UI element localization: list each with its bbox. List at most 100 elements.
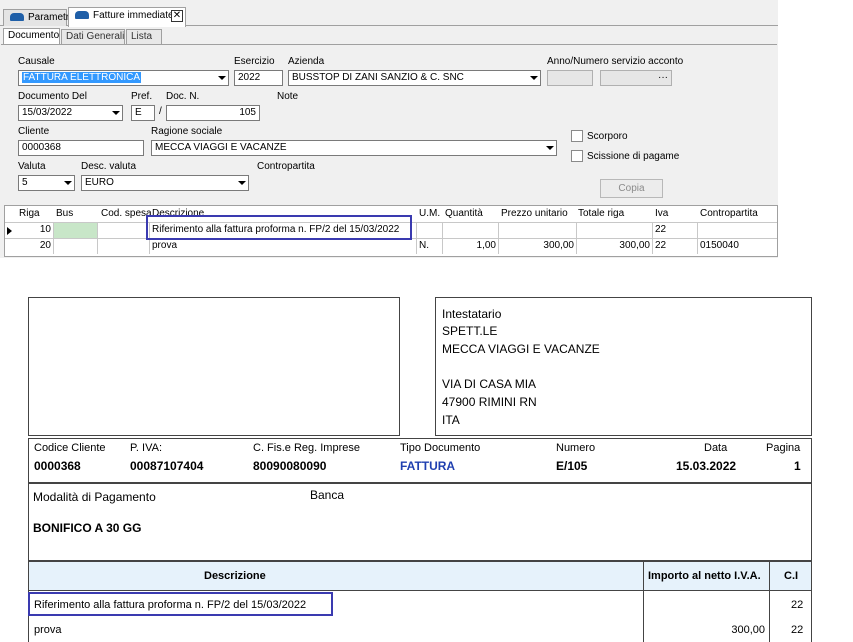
modalita-pagamento-label: Modalità di Pagamento [33,490,156,504]
desc-valuta-select[interactable]: EURO [81,175,249,191]
cell-prezzo[interactable]: 300,00 [499,239,577,254]
cell-um[interactable] [417,223,443,238]
column-divider [769,591,770,642]
cell-cod-spesa[interactable] [98,239,150,254]
valuta-select[interactable]: 5 [18,175,75,191]
tab-dati-generali[interactable]: Dati Generali [61,29,125,44]
document-header-box: Codice Cliente 0000368 P. IVA: 000871074… [28,438,812,483]
tab-fatture-immediate[interactable]: Fatture immediate ✕ [68,7,186,27]
numero-servizio-field[interactable]: ··· [600,70,672,86]
col-ci: C.I [784,570,799,582]
grid-header-iva: Iva [655,208,669,219]
ragione-sociale-value: MECCA VIAGGI E VACANZE [155,142,287,153]
slash-separator: / [159,106,162,117]
cell-contropartita[interactable]: 0150040 [698,239,777,254]
codice-cliente-value: 0000368 [34,459,81,473]
pref-label: Pref. [131,91,153,102]
documento-del-label: Documento Del [18,91,87,102]
cell-quantita[interactable] [443,223,499,238]
column-divider [643,591,644,642]
valuta-label: Valuta [18,161,46,172]
chevron-down-icon [546,146,554,150]
close-icon[interactable]: ✕ [171,10,183,22]
desc-valuta-value: EURO [85,177,114,188]
chevron-down-icon [64,181,72,185]
valuta-value: 5 [22,177,28,188]
desc-valuta-label: Desc. valuta [81,161,137,172]
tab-parametri[interactable]: Parametri [3,9,71,26]
logo-box [28,297,400,436]
pagina-value: 1 [794,459,801,473]
banca-label: Banca [310,488,345,502]
highlight-box [28,592,333,616]
cell-contropartita[interactable] [698,223,777,238]
pref-field[interactable]: E [131,105,155,121]
col-importo: Importo al netto I.V.A. [648,570,761,582]
invoice-app-window: Parametri Fatture immediate ✕ Documento … [0,0,778,258]
pagina-label: Pagina [766,442,801,454]
modalita-pagamento-value: BONIFICO A 30 GG [33,521,142,535]
scorporo-label: Scorporo [587,131,628,142]
item-descrizione: prova [34,624,62,636]
chevron-down-icon [238,181,246,185]
grid-header-cod-spesa: Cod. spesa [101,208,152,219]
column-divider [769,562,770,590]
cell-totale[interactable]: 300,00 [577,239,653,254]
anno-numero-label: Anno/Numero servizio acconto [547,56,684,67]
causale-label: Causale [18,56,55,67]
tab-lista[interactable]: Lista [126,29,162,44]
cell-iva[interactable]: 22 [653,223,698,238]
codice-cliente-label: Codice Cliente [34,442,106,454]
pagamento-box: Modalità di Pagamento Banca BONIFICO A 3… [28,483,812,561]
highlight-box [146,215,412,240]
cf-label: C. Fis.e Reg. Imprese [253,442,360,454]
intestatario-line: MECCA VIAGGI E VACANZE [442,342,600,356]
cell-prezzo[interactable] [499,223,577,238]
esercizio-field[interactable]: 2022 [234,70,283,86]
scorporo-checkbox[interactable] [571,130,583,142]
chevron-down-icon [530,76,538,80]
causale-value: FATTURA ELETTRONICA [22,72,142,83]
tipo-documento-label: Tipo Documento [400,442,481,454]
doc-n-field[interactable]: 105 [166,105,260,121]
car-icon [75,11,89,19]
azienda-value: BUSSTOP DI ZANI SANZIO & C. SNC [292,72,464,83]
intestatario-label: Intestatario [442,307,502,321]
intestatario-line: ITA [442,413,460,427]
cell-bus[interactable] [54,223,98,238]
copia-button[interactable]: Copia [600,179,663,198]
cell-quantita[interactable]: 1,00 [443,239,499,254]
cliente-label: Cliente [18,126,50,137]
cell-iva[interactable]: 22 [653,239,698,254]
azienda-select[interactable]: BUSSTOP DI ZANI SANZIO & C. SNC [288,70,541,86]
documento-panel: Causale FATTURA ELETTRONICA Esercizio 20… [1,44,777,206]
cell-riga[interactable]: 20 [14,239,54,254]
doc-n-label: Doc. N. [166,91,200,102]
car-icon [10,13,24,21]
grid-header-bus: Bus [56,208,74,219]
cell-totale[interactable] [577,223,653,238]
ellipsis-icon[interactable]: ··· [658,72,668,83]
table-row[interactable]: 20 prova N. 1,00 300,00 300,00 22 015004… [5,238,777,254]
cell-riga[interactable]: 10 [14,223,54,238]
cell-um[interactable]: N. [417,239,443,254]
anno-field[interactable] [547,70,593,86]
chevron-down-icon [218,76,226,80]
azienda-label: Azienda [288,56,325,67]
intestatario-line: SPETT.LE [442,324,498,338]
documento-del-field[interactable]: 15/03/2022 [18,105,123,121]
causale-select[interactable]: FATTURA ELETTRONICA [18,70,229,86]
cell-cod-spesa[interactable] [98,223,150,238]
cell-bus[interactable] [54,239,98,254]
numero-label: Numero [556,442,596,454]
cliente-field[interactable]: 0000368 [18,140,144,156]
grid-header-contropartita: Contropartita [700,208,758,219]
scissione-checkbox[interactable] [571,150,583,162]
ragione-sociale-select[interactable]: MECCA VIAGGI E VACANZE [151,140,557,156]
piva-value: 00087107404 [130,459,204,473]
tab-documento[interactable]: Documento [3,28,60,45]
chevron-down-icon [112,111,120,115]
contropartita-label: Contropartita [257,161,315,172]
cell-descrizione[interactable]: prova [150,239,417,254]
intestatario-box: Intestatario SPETT.LE MECCA VIAGGI E VAC… [435,297,812,436]
